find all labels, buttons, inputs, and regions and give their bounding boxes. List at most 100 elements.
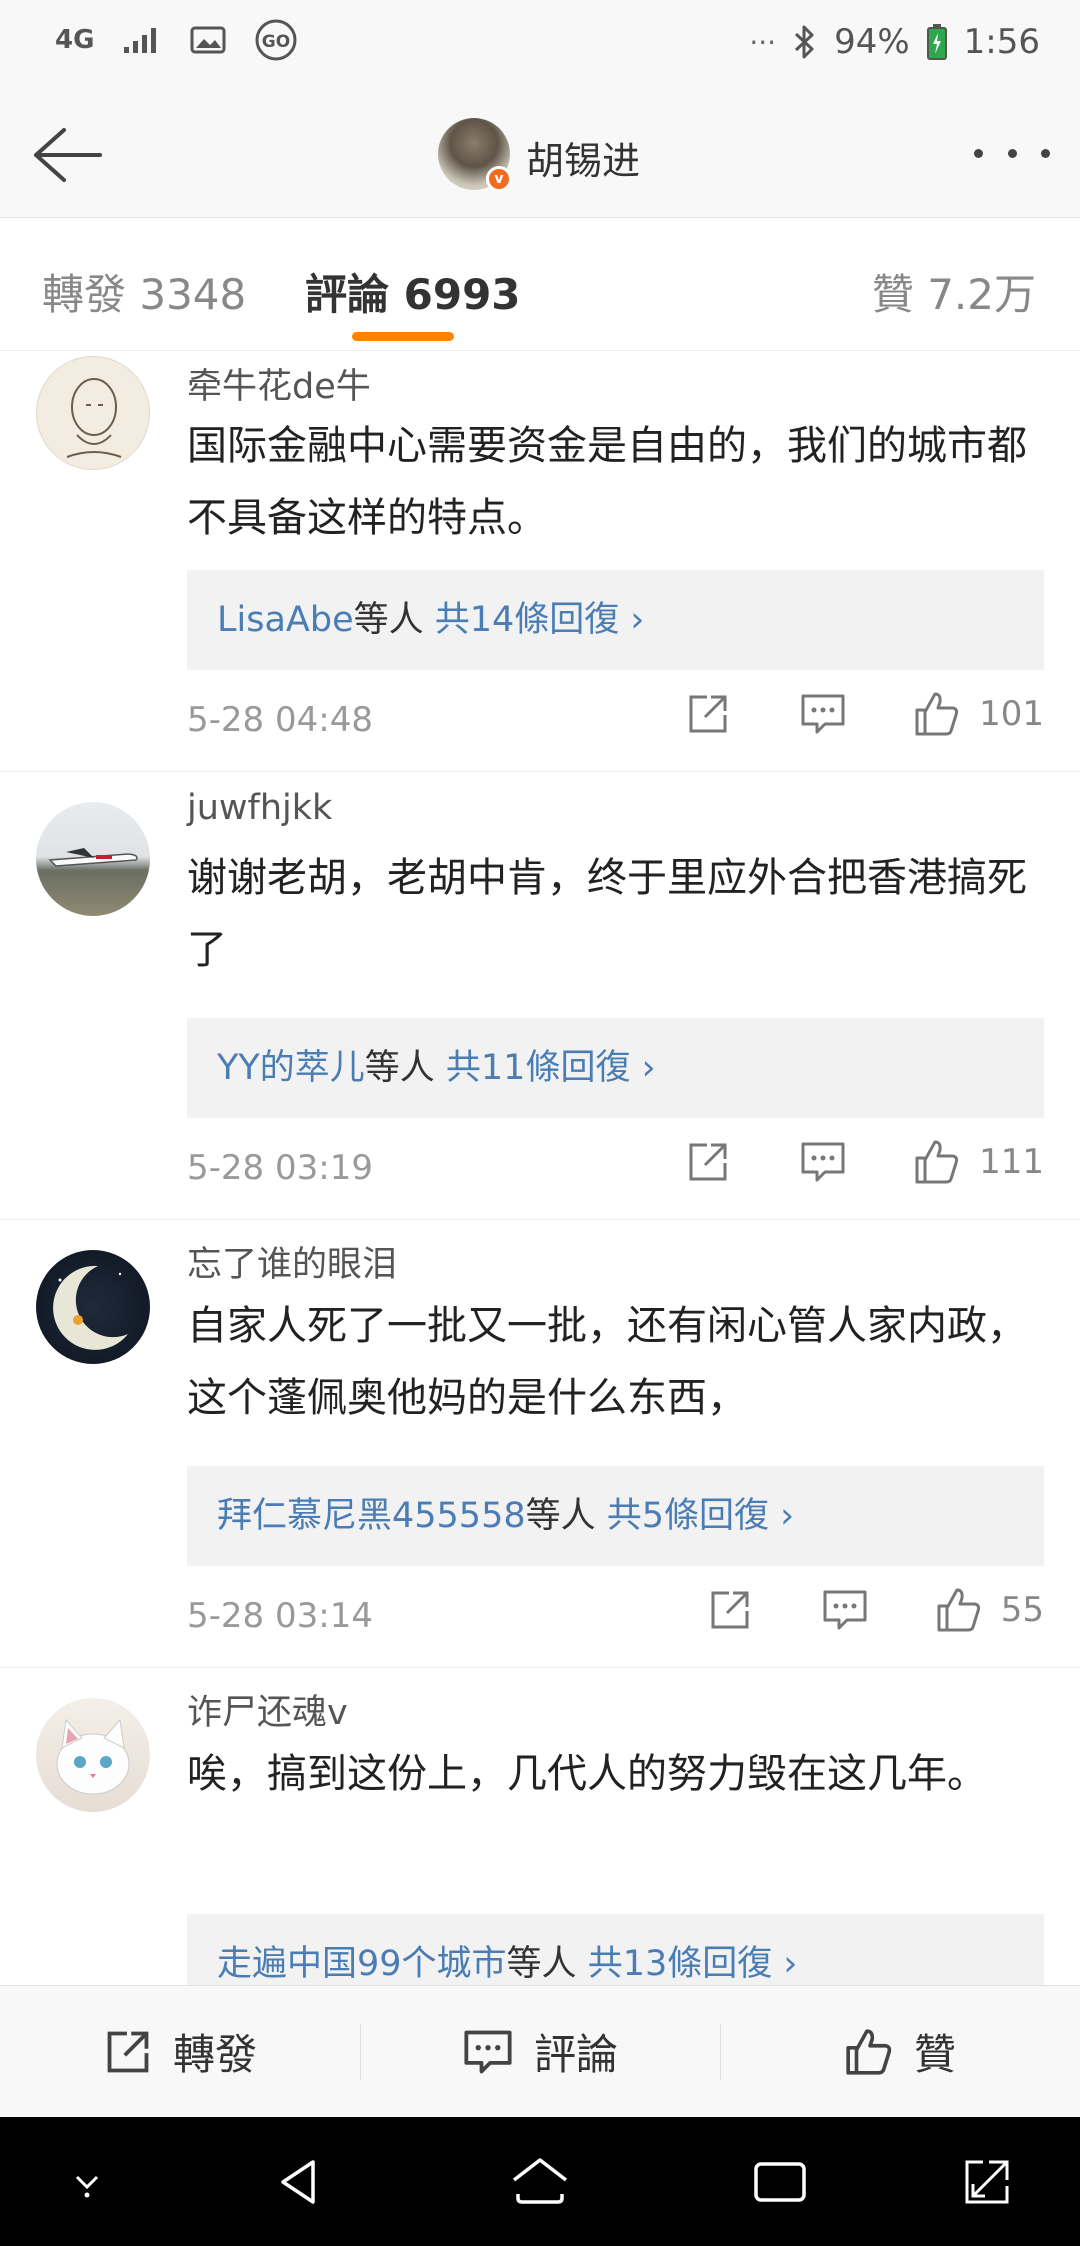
share-comment-button[interactable] (685, 691, 731, 737)
commenter-avatar[interactable] (36, 1698, 150, 1812)
comment-actions: 101 (685, 690, 1044, 738)
more-dot-icon (1007, 148, 1017, 158)
comment-icon (464, 2030, 512, 2073)
comment-text: 国际金融中心需要资金是自由的，我们的城市都不具备这样的特点。 (187, 423, 1027, 541)
bluetooth-icon (792, 24, 818, 60)
nav-back-button[interactable] (266, 2147, 336, 2217)
reply-count-link[interactable]: 共13條回復 › (577, 1944, 798, 1984)
share-comment-button[interactable] (707, 1587, 753, 1633)
like-comment-button[interactable]: 101 (913, 690, 1044, 738)
reply-comment-button[interactable] (821, 1588, 869, 1632)
more-options-button[interactable] (974, 128, 1050, 178)
tab-reposts[interactable]: 轉發 3348 (42, 261, 246, 322)
clock: 1:56 (963, 22, 1040, 62)
airplane-photo-image (48, 848, 138, 867)
reply-users-suffix: 等人 (506, 1944, 577, 1984)
reply-users-link[interactable]: LisaAbe (217, 600, 354, 640)
back-button[interactable] (28, 120, 108, 190)
hide-keyboard-button[interactable] (52, 2147, 122, 2217)
share-icon (107, 2031, 149, 2072)
battery-percent: 94% (834, 22, 910, 62)
repost-label: 轉發 (172, 2030, 257, 2079)
like-count: 111 (979, 1142, 1044, 1182)
reply-count-link[interactable]: 共5條回復 › (596, 1496, 794, 1536)
comment-text: 谢谢老胡，老胡中肯，终于里应外合把香港搞死了 (187, 855, 1027, 973)
replies-summary[interactable]: YY的萃儿等人 共11條回復 › (187, 1018, 1044, 1118)
commenter-avatar[interactable] (36, 356, 150, 470)
signal-icon (122, 25, 162, 55)
chevron-down-icon (75, 2175, 99, 2198)
reply-users-link[interactable]: 走遍中国99个城市 (217, 1944, 507, 1984)
network-4g-label: 4G (55, 25, 95, 55)
comment-icon (801, 1142, 845, 1182)
active-tab-indicator (352, 332, 454, 341)
more-dot-icon (974, 148, 983, 158)
reply-comment-button[interactable] (799, 692, 847, 736)
home-icon (512, 2158, 568, 2204)
verified-badge-icon: v (486, 166, 512, 192)
top-navigation: v 胡锡进 (0, 90, 1080, 218)
comment-button[interactable]: 評論 (360, 1986, 720, 2117)
commenter-avatar[interactable] (36, 802, 150, 916)
thumbs-up-icon (846, 2028, 892, 2075)
nav-expand-button[interactable] (952, 2147, 1022, 2217)
reply-comment-button[interactable] (799, 1140, 847, 1184)
commenter-name[interactable]: juwfhjkk (187, 788, 332, 828)
comment-timestamp: 5-28 03:19 (187, 1148, 373, 1188)
comment-timestamp: 5-28 03:14 (187, 1596, 373, 1636)
white-cat-image (56, 1718, 130, 1795)
thumbs-up-icon (915, 692, 959, 736)
reply-users-link[interactable]: 拜仁慕尼黑455558 (217, 1496, 526, 1536)
sketch-face-image (66, 378, 122, 458)
reply-users-suffix: 等人 (364, 1048, 435, 1088)
commenter-avatar[interactable] (36, 1250, 150, 1364)
reply-count-link[interactable]: 共11條回復 › (435, 1048, 656, 1088)
like-label: 贊 (913, 2030, 956, 2079)
commenter-name[interactable]: 牵牛花de牛 (187, 358, 371, 409)
comment-item: juwfhjkk 谢谢老胡，老胡中肯，终于里应外合把香港搞死了 YY的萃儿等人 … (0, 772, 1080, 1220)
replies-summary[interactable]: 拜仁慕尼黑455558等人 共5條回復 › (187, 1466, 1044, 1566)
comment-item: 牵牛花de牛 国际金融中心需要资金是自由的，我们的城市都不具备这样的特点。 Li… (0, 352, 1080, 772)
nav-home-button[interactable] (505, 2147, 575, 2217)
author-name[interactable]: 胡锡进 (526, 130, 640, 185)
go-notification-icon: GO (254, 18, 298, 62)
comment-item: 诈尸还魂v 唉，搞到这份上，几代人的努力毁在这几年。 走遍中国99个城市等人 共… (0, 1668, 1080, 1985)
comment-text: 唉，搞到这份上，几代人的努力毁在这几年。 (187, 1751, 987, 1797)
comment-text: 自家人死了一批又一批，还有闲心管人家内政，这个蓬佩奥他妈的是什么东西， (187, 1303, 1027, 1421)
like-comment-button[interactable]: 55 (935, 1586, 1044, 1634)
thumbs-up-icon (937, 1588, 980, 1632)
share-icon (689, 695, 727, 733)
more-notifications-label: ··· (749, 25, 777, 59)
back-arrow-icon (34, 128, 102, 182)
like-comment-button[interactable]: 111 (913, 1138, 1044, 1186)
like-count: 101 (979, 694, 1044, 734)
android-navigation-bar (0, 2117, 1080, 2246)
replies-summary[interactable]: 走遍中国99个城市等人 共13條回復 › (187, 1914, 1044, 1985)
share-comment-button[interactable] (685, 1139, 731, 1185)
image-notification-icon (190, 25, 226, 55)
replies-summary[interactable]: LisaAbe等人 共14條回復 › (187, 570, 1044, 670)
recent-apps-icon (754, 2162, 806, 2202)
status-bar: 4G GO ··· 94% 1:56 (0, 0, 1080, 90)
tab-likes[interactable]: 贊 7.2万 (872, 261, 1036, 322)
reply-count-link[interactable]: 共14條回復 › (424, 600, 645, 640)
reply-users-suffix: 等人 (353, 600, 424, 640)
comment-timestamp: 5-28 04:48 (187, 700, 373, 740)
like-button[interactable]: 贊 (720, 1986, 1080, 2117)
moon-illustration-image (53, 1265, 128, 1350)
tab-comments[interactable]: 評論 6993 (305, 261, 521, 322)
reply-users-link[interactable]: YY的萃儿 (217, 1048, 365, 1088)
comment-label: 評論 (533, 2030, 618, 2079)
comment-item: 忘了谁的眼泪 自家人死了一批又一批，还有闲心管人家内政，这个蓬佩奥他妈的是什么东… (0, 1220, 1080, 1668)
more-dot-icon (1041, 148, 1050, 158)
nav-recents-button[interactable] (745, 2147, 815, 2217)
triangle-back-icon (281, 2160, 315, 2204)
thumbs-up-icon (915, 1140, 959, 1184)
repost-button[interactable]: 轉發 (0, 1986, 360, 2117)
comment-icon (801, 694, 845, 734)
reply-users-suffix: 等人 (525, 1496, 596, 1536)
like-count: 55 (1000, 1590, 1044, 1630)
comment-icon (823, 1590, 867, 1630)
commenter-name[interactable]: 忘了谁的眼泪 (187, 1236, 397, 1287)
commenter-name[interactable]: 诈尸还魂v (187, 1684, 348, 1735)
